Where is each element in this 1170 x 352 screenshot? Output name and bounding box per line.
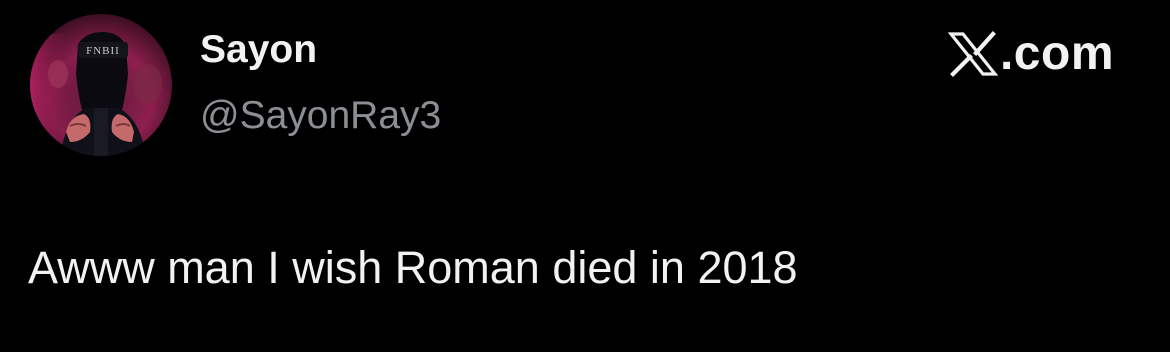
tweet-body: Awww man I wish Roman died in 2018 [28, 242, 798, 293]
tweet-card: FNBII Sayon @SayonRay3 .com Awww man I w… [0, 0, 1170, 352]
avatar-image: FNBII [30, 14, 172, 156]
author-avatar[interactable]: FNBII [30, 14, 172, 156]
x-brand: .com [947, 27, 1114, 80]
cap-text: FNBII [86, 45, 120, 57]
author-handle[interactable]: @SayonRay3 [200, 94, 441, 138]
author-name[interactable]: Sayon [200, 28, 317, 72]
x-logo-icon [947, 31, 998, 77]
brand-suffix: .com [999, 27, 1114, 80]
